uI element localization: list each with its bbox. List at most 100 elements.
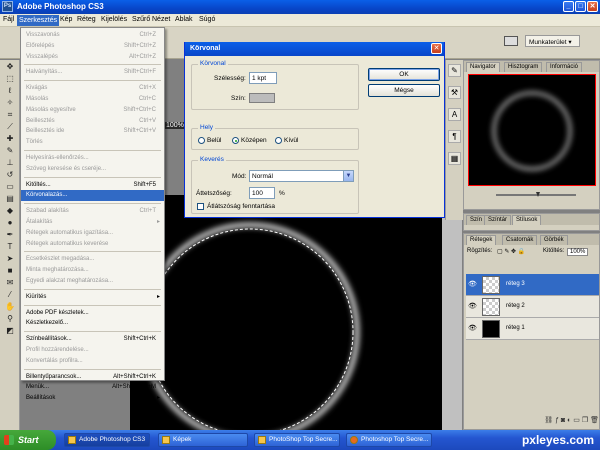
tab-histogram[interactable]: Hisztogram xyxy=(504,62,543,72)
menu-item[interactable]: Átalakítás ▸ xyxy=(21,217,164,228)
slice-tool-icon[interactable]: ⟋ xyxy=(2,121,18,132)
menu-item[interactable]: Előrelépés Shift+Ctrl+Z xyxy=(21,41,164,52)
eye-icon[interactable]: 👁 xyxy=(468,324,477,332)
workspace-icon[interactable] xyxy=(504,36,518,46)
menu-item[interactable]: Halványítás... Shift+Ctrl+F xyxy=(21,67,164,78)
gradient-tool-icon[interactable]: ▤ xyxy=(2,193,18,204)
menu-view[interactable]: Nézet xyxy=(152,16,170,23)
move-tool-icon[interactable]: ✥ xyxy=(2,61,18,72)
tab-info[interactable]: Információ xyxy=(546,62,583,72)
menu-item[interactable]: Helyesírás-ellenőrzés... xyxy=(21,153,164,164)
menu-item[interactable]: Másolás Ctrl+C xyxy=(21,94,164,105)
tool-preset-icon[interactable]: ⚒ xyxy=(448,86,461,99)
mode-select[interactable]: Normál ▼ xyxy=(249,170,354,182)
menu-item[interactable]: Rétegek automatikus igazítása... xyxy=(21,228,164,239)
tab-layers[interactable]: Rétegek xyxy=(466,235,497,245)
menu-item[interactable]: Beállítások ▸ xyxy=(21,393,164,404)
lock-icons[interactable]: ▢ ✎ ✥ 🔒 xyxy=(497,248,525,255)
hand-tool-icon[interactable]: ✋ xyxy=(2,301,18,312)
eye-icon[interactable]: 👁 xyxy=(468,302,477,310)
eye-icon[interactable]: 👁 xyxy=(468,280,477,288)
task-images[interactable]: Képek xyxy=(158,433,248,447)
menu-item[interactable]: Beillesztés Ctrl+V xyxy=(21,116,164,127)
menu-item[interactable]: Rétegek automatikus keverése xyxy=(21,239,164,250)
tab-navigator[interactable]: Navigator xyxy=(466,62,500,72)
brush-tool-icon[interactable]: ✎ xyxy=(2,145,18,156)
menu-item[interactable]: Ecsetkészlet megadása... xyxy=(21,254,164,265)
tab-swatches[interactable]: Színtár xyxy=(484,215,512,225)
eraser-tool-icon[interactable]: ▭ xyxy=(2,181,18,192)
brush-preset-icon[interactable]: ✎ xyxy=(448,64,461,77)
menu-item[interactable]: Billentyűparancsok... Alt+Shift+Ctrl+K xyxy=(21,372,164,383)
maximize-button[interactable]: □ xyxy=(575,1,586,12)
menu-help[interactable]: Súgó xyxy=(199,16,215,23)
stamp-tool-icon[interactable]: ⊥ xyxy=(2,157,18,168)
menu-item[interactable]: Színbeállítások... Shift+Ctrl+K xyxy=(21,334,164,345)
layer-comps-icon[interactable]: ▦ xyxy=(448,152,461,165)
new-group-icon[interactable]: ▭ xyxy=(573,417,580,424)
lasso-tool-icon[interactable]: ℓ xyxy=(2,85,18,96)
healing-tool-icon[interactable]: ✚ xyxy=(2,133,18,144)
navigator-zoom-slider[interactable] xyxy=(468,191,596,199)
menu-item[interactable]: Szabad alakítás Ctrl+T xyxy=(21,206,164,217)
layer-style-icon[interactable]: ƒ xyxy=(555,417,559,424)
trash-icon[interactable]: 🗑 xyxy=(590,417,599,424)
dodge-tool-icon[interactable]: ● xyxy=(2,217,18,228)
history-brush-icon[interactable]: ↺ xyxy=(2,169,18,180)
menu-item[interactable]: Szöveg keresése és cseréje... xyxy=(21,164,164,175)
menu-item[interactable]: Konvertálás profilra... xyxy=(21,356,164,367)
link-layers-icon[interactable]: ⛓ xyxy=(544,417,553,424)
ok-button[interactable]: OK xyxy=(368,68,440,81)
menu-item[interactable]: Profil hozzárendelése... xyxy=(21,345,164,356)
dialog-close-button[interactable]: ✕ xyxy=(431,43,442,54)
menu-item[interactable]: Egyedi alakzat meghatározása... xyxy=(21,276,164,287)
menu-item[interactable]: Beillesztés ide Shift+Ctrl+V xyxy=(21,126,164,137)
menu-item[interactable]: Kivágás Ctrl+X xyxy=(21,83,164,94)
menu-filter[interactable]: Szűrő xyxy=(132,16,150,23)
type-tool-icon[interactable]: T xyxy=(2,241,18,252)
layer-row[interactable]: 👁 réteg 3 xyxy=(466,274,599,296)
outside-radio[interactable] xyxy=(275,137,282,144)
notes-tool-icon[interactable]: ✉ xyxy=(2,277,18,288)
menu-item[interactable]: Adobe PDF készletek... xyxy=(21,308,164,319)
menu-item[interactable]: Körvonalazás... xyxy=(21,190,164,202)
menu-window[interactable]: Ablak xyxy=(175,16,193,23)
paragraph-icon[interactable]: ¶ xyxy=(448,130,461,143)
path-select-tool-icon[interactable]: ➤ xyxy=(2,253,18,264)
menu-item[interactable]: Kitöltés... Shift+F5 xyxy=(21,180,164,191)
menu-layer[interactable]: Réteg xyxy=(77,16,96,23)
layer-mask-icon[interactable]: ◙ xyxy=(561,417,565,424)
menu-image[interactable]: Kép xyxy=(60,16,72,23)
start-button[interactable]: Start xyxy=(0,430,56,450)
character-icon[interactable]: A xyxy=(448,108,461,121)
color-swatches-icon[interactable]: ◩ xyxy=(2,325,18,336)
task-photoshop[interactable]: Adobe Photoshop CS3 xyxy=(64,433,150,447)
task-topsecret-browser[interactable]: Photoshop Top Secre... xyxy=(346,433,432,447)
menu-edit[interactable]: Szerkesztés xyxy=(17,15,60,26)
color-swatch[interactable] xyxy=(249,93,275,103)
tab-color[interactable]: Szín xyxy=(466,215,487,225)
layer-row[interactable]: 👁 réteg 2 xyxy=(466,296,599,318)
blur-tool-icon[interactable]: ◆ xyxy=(2,205,18,216)
menu-item[interactable]: Kiürítés ▸ xyxy=(21,292,164,303)
menu-item[interactable]: Minta meghatározása... xyxy=(21,265,164,276)
tab-channels[interactable]: Csatornák xyxy=(502,235,538,245)
document-canvas[interactable] xyxy=(130,195,442,430)
zoom-tool-icon[interactable]: ⚲ xyxy=(2,313,18,324)
eyedropper-tool-icon[interactable]: ⁄ xyxy=(2,289,18,300)
pen-tool-icon[interactable]: ✒ xyxy=(2,229,18,240)
marquee-tool-icon[interactable]: ⬚ xyxy=(2,73,18,84)
workspace-select[interactable]: Munkaterület ▾ xyxy=(525,35,580,47)
layer-row[interactable]: 👁 réteg 1 xyxy=(466,318,599,340)
menu-file[interactable]: Fájl xyxy=(3,16,14,23)
tab-paths[interactable]: Görbék xyxy=(540,235,568,245)
crop-tool-icon[interactable]: ⌗ xyxy=(2,109,18,120)
new-layer-icon[interactable]: ❐ xyxy=(582,417,588,424)
opacity-input[interactable]: 100 xyxy=(249,187,275,199)
minimize-button[interactable]: _ xyxy=(563,1,574,12)
fill-input[interactable]: 100% xyxy=(567,248,589,256)
menu-select[interactable]: Kijelölés xyxy=(101,16,127,23)
tab-styles[interactable]: Stílusok xyxy=(512,215,542,225)
close-button[interactable]: ✕ xyxy=(587,1,598,12)
width-input[interactable]: 1 kpt xyxy=(249,72,277,84)
